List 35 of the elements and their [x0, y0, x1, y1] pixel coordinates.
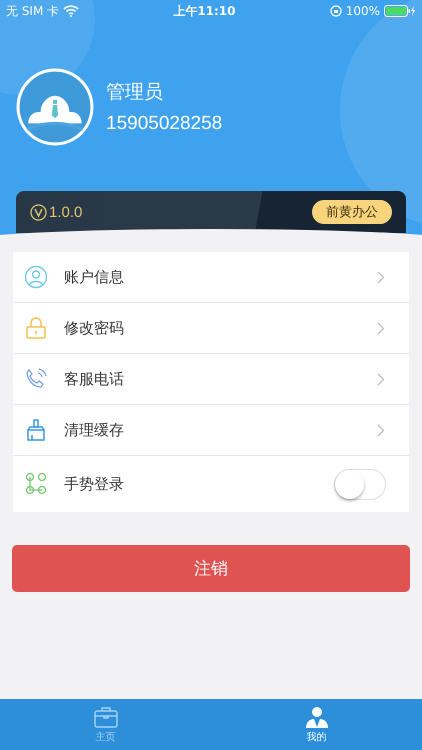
lock-icon	[24, 316, 48, 340]
settings-label: 账户信息	[64, 268, 125, 286]
person-icon	[304, 706, 328, 728]
person-icon	[24, 265, 48, 289]
toggle-switch[interactable]	[334, 468, 386, 500]
gesture-icon	[24, 472, 48, 496]
version-icon	[30, 204, 47, 220]
company-badge: 前黄办公	[312, 200, 392, 224]
settings-item[interactable]: 手势登录	[13, 456, 409, 512]
tab-label: 主页	[96, 730, 116, 744]
chevron-icon	[377, 270, 385, 284]
chevron-icon	[377, 372, 385, 386]
chevron-icon	[377, 424, 385, 436]
settings-item[interactable]: 修改密码	[13, 303, 409, 354]
logout-button[interactable]: 注销	[12, 545, 410, 592]
settings-item[interactable]: 客服电话	[13, 354, 409, 405]
carrier-text: 无 SIM 卡	[6, 2, 60, 20]
battery-icon	[384, 5, 416, 17]
chevron-icon	[377, 322, 385, 334]
settings-label: 客服电话	[64, 370, 125, 388]
settings-label: 修改密码	[64, 318, 125, 338]
settings-item[interactable]: 清理缓存	[13, 405, 409, 456]
clock-text: 上午11:10	[172, 2, 237, 20]
settings-label: 清理缓存	[64, 420, 125, 440]
settings-label: 手势登录	[64, 474, 125, 494]
tab-label: 我的	[306, 730, 326, 744]
briefcase-icon	[94, 706, 118, 728]
version-text: 1.0.0	[49, 204, 84, 220]
avatar-icon	[16, 68, 94, 146]
settings-item[interactable]: 账户信息	[13, 252, 409, 303]
user-name: 管理员	[106, 80, 164, 105]
wifi-icon	[63, 5, 80, 17]
phone-number: 15905028258	[106, 113, 222, 135]
rotation-lock-icon	[330, 5, 342, 17]
battery-text: 100%	[346, 4, 380, 18]
